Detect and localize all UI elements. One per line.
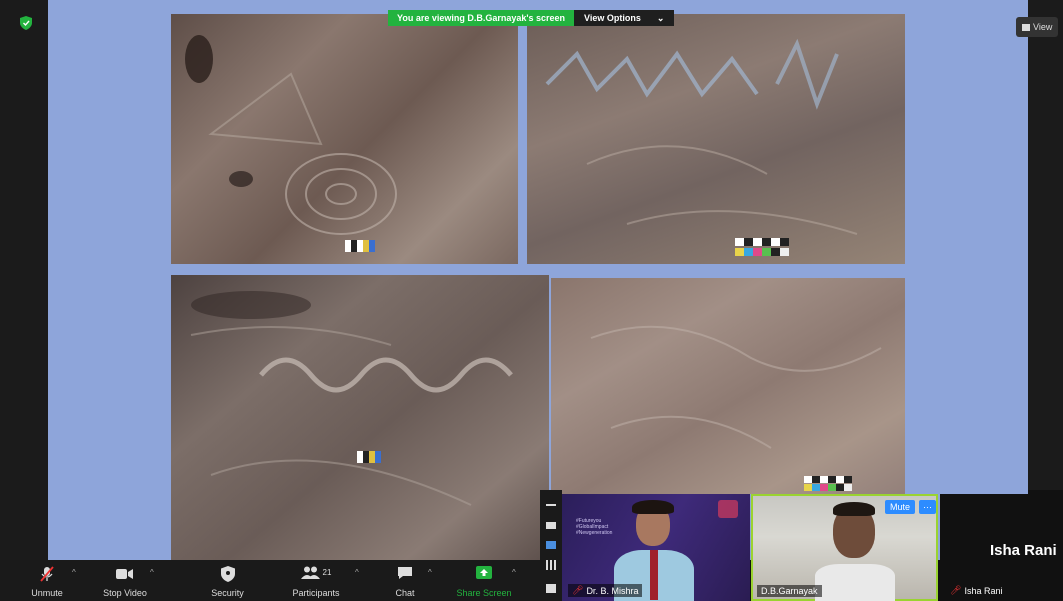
view-options-button[interactable]: View Options ⌄	[574, 10, 675, 26]
rock-art-photo-1	[171, 14, 518, 264]
view-options-label: View Options	[584, 13, 641, 23]
stop-video-label: Stop Video	[103, 588, 147, 598]
zoom-meeting-window: You are viewing D.B.Garnayak's screen Vi…	[0, 0, 1063, 601]
chevron-down-icon: ⌄	[656, 13, 665, 23]
participant-name: D.B.Garnayak	[761, 586, 818, 596]
view-layout-button[interactable]: View	[1016, 17, 1059, 37]
scale-bar	[804, 476, 852, 492]
scale-bar	[345, 240, 375, 252]
chat-caret-icon[interactable]: ^	[428, 568, 432, 577]
chat-button[interactable]: Chat	[385, 560, 425, 601]
screen-share-banner: You are viewing D.B.Garnayak's screen Vi…	[388, 10, 675, 26]
mute-participant-button[interactable]: Mute	[885, 500, 916, 514]
video-tile-isha[interactable]: Isha Rani 🎤︎ Isha Rani	[940, 494, 1063, 601]
participants-icon-group: 21	[300, 566, 332, 579]
security-label: Security	[211, 588, 244, 598]
video-tile-mishra[interactable]: #Futureyou #GlobalImpact #Newgeneration …	[562, 494, 750, 601]
scale-bar	[735, 238, 789, 258]
video-camera-icon	[116, 569, 133, 579]
rock-art-photo-4	[551, 278, 905, 494]
unmute-button[interactable]: Unmute	[22, 560, 72, 601]
shared-screen	[48, 0, 1028, 560]
participants-count: 21	[322, 568, 332, 577]
more-options-button[interactable]: ···	[919, 500, 936, 514]
participants-button[interactable]: 21 Participants	[283, 560, 349, 601]
audio-options-caret-icon[interactable]: ^	[72, 568, 76, 577]
unmute-label: Unmute	[31, 588, 63, 598]
share-screen-button[interactable]: Share Screen	[450, 560, 518, 601]
participant-name-tag: 🎤︎ Isha Rani	[946, 584, 1006, 597]
participant-name: Isha Rani	[964, 585, 1003, 596]
speaker-view-icon[interactable]	[546, 522, 556, 529]
share-caret-icon[interactable]: ^	[512, 568, 516, 577]
participants-icon	[300, 566, 320, 579]
right-gutter	[1028, 0, 1063, 490]
microphone-muted-icon	[40, 566, 54, 582]
participant-figure	[815, 502, 905, 601]
brand-logo	[718, 500, 738, 518]
video-strip-controls	[540, 490, 562, 601]
participants-caret-icon[interactable]: ^	[355, 568, 359, 577]
participant-name-tag: D.B.Garnayak	[757, 585, 822, 597]
minimize-icon[interactable]	[546, 504, 556, 506]
pin-icon[interactable]	[546, 584, 556, 593]
security-button[interactable]: Security	[200, 560, 255, 601]
rock-art-photo-3	[171, 275, 549, 560]
mic-muted-icon: 🎤︎	[950, 585, 962, 595]
video-options-caret-icon[interactable]: ^	[150, 568, 154, 577]
video-tile-garnayak[interactable]: Mute ··· D.B.Garnayak	[751, 494, 938, 601]
grid-view-icon	[1022, 23, 1030, 31]
chat-label: Chat	[395, 588, 415, 598]
strip-view-icon[interactable]	[546, 541, 556, 549]
participants-label: Participants	[292, 588, 340, 598]
share-screen-label: Share Screen	[456, 588, 512, 598]
left-gutter	[0, 0, 48, 560]
gallery-view-icon[interactable]	[546, 560, 556, 570]
participant-large-name: Isha Rani	[990, 542, 1057, 559]
encryption-shield-icon[interactable]	[20, 16, 32, 30]
view-label: View	[1033, 22, 1053, 32]
participant-name: Dr. B. Mishra	[586, 585, 639, 596]
share-screen-arrow-icon	[476, 566, 492, 579]
participant-name-tag: 🎤︎ Dr. B. Mishra	[568, 584, 643, 597]
rock-art-photo-2	[527, 14, 905, 264]
viewing-screen-label: You are viewing D.B.Garnayak's screen	[388, 10, 575, 26]
chat-bubble-icon	[398, 567, 412, 579]
meeting-toolbar: Unmute ^ Stop Video ^ Security 21 Partic…	[0, 560, 540, 601]
stop-video-button[interactable]: Stop Video	[95, 560, 155, 601]
scale-bar	[357, 451, 381, 463]
mic-muted-icon: 🎤︎	[572, 585, 584, 595]
security-shield-icon	[220, 566, 235, 582]
hashtag-text: #Futureyou #GlobalImpact #Newgeneration	[576, 518, 613, 536]
